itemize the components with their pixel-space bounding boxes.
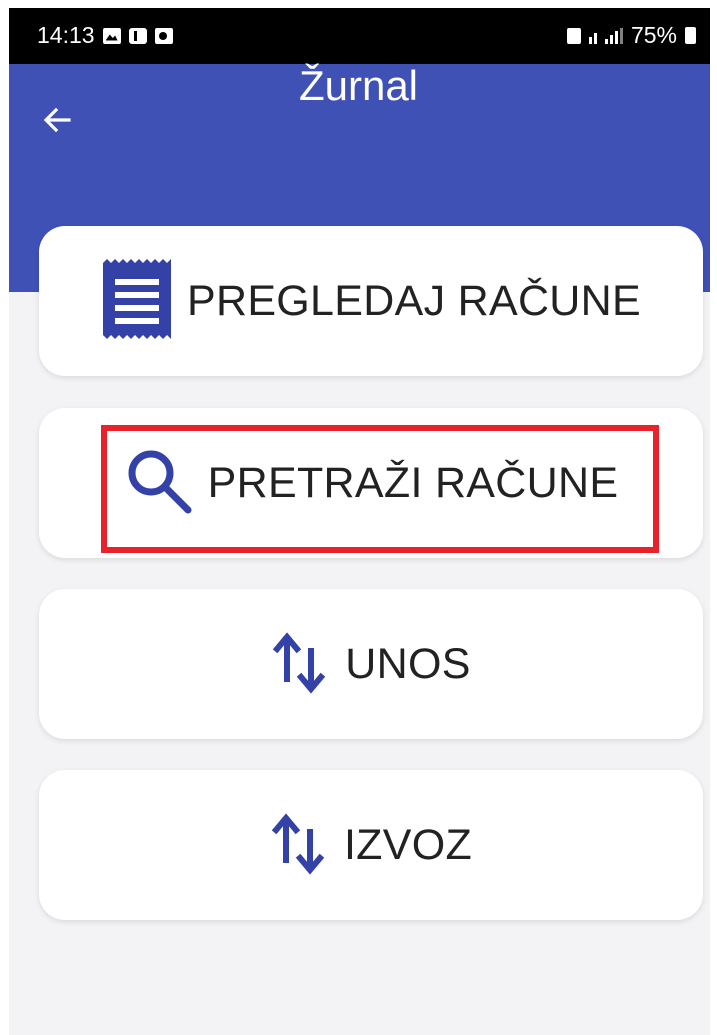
import-label: UNOS xyxy=(345,639,471,688)
highlight-annotation xyxy=(101,425,659,553)
frame-left xyxy=(0,0,9,1035)
export-content: IZVOZ xyxy=(39,770,703,920)
import-content: UNOS xyxy=(39,589,703,739)
frame-right xyxy=(710,0,717,1035)
frame-top xyxy=(0,0,717,8)
status-right: 75% xyxy=(566,22,696,49)
outlook-icon xyxy=(154,27,173,44)
page-title: Žurnal xyxy=(298,62,419,109)
view-receipts-label: PREGLEDAJ RAČUNE xyxy=(186,276,641,325)
view-receipts-button[interactable]: PREGLEDAJ RAČUNE xyxy=(39,226,703,376)
lock-icon xyxy=(566,27,581,44)
battery-icon xyxy=(685,27,696,44)
status-bar: 14:13 75% xyxy=(9,8,710,64)
app-screen: 14:13 75% Žurnal PREGLEDAJ RAČUNE PRETRA… xyxy=(0,0,717,1035)
receipt-icon xyxy=(101,258,173,344)
signal-icon xyxy=(604,27,623,44)
status-left: 14:13 xyxy=(37,22,173,49)
status-time: 14:13 xyxy=(37,22,95,48)
import-button[interactable]: UNOS xyxy=(39,589,703,739)
gallery-icon xyxy=(102,27,121,44)
teams-icon xyxy=(128,27,147,44)
export-label: IZVOZ xyxy=(343,820,473,869)
data-icon xyxy=(588,28,597,44)
export-button[interactable]: IZVOZ xyxy=(39,770,703,920)
swap-vertical-icon xyxy=(271,627,331,702)
battery-percent: 75% xyxy=(630,22,677,48)
view-receipts-content: PREGLEDAJ RAČUNE xyxy=(39,226,703,376)
swap-vertical-icon xyxy=(270,808,330,883)
